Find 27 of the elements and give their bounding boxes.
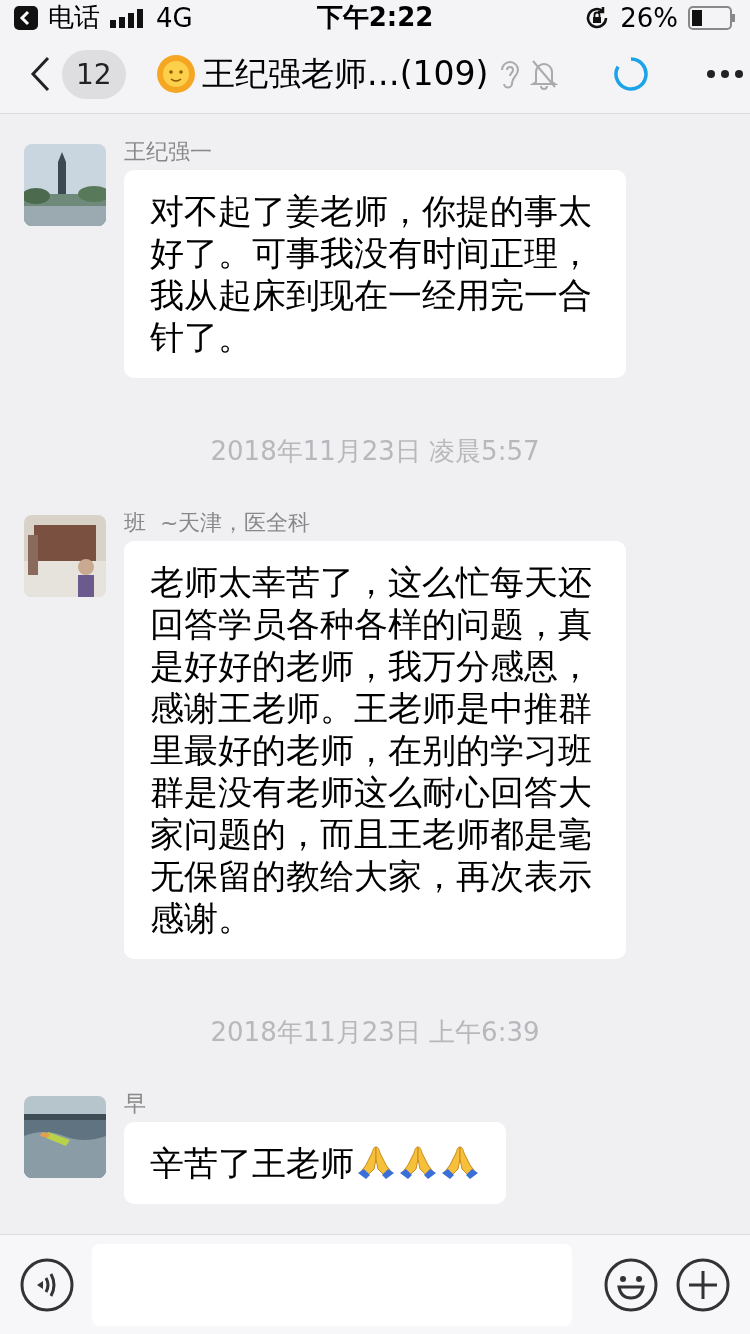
back-icon[interactable] — [30, 56, 50, 93]
timestamp: 2018年11月23日 凌晨5:57 — [210, 435, 540, 469]
unread-count-badge[interactable]: 12 — [62, 49, 126, 99]
add-icon[interactable] — [676, 1257, 730, 1312]
back-to-app-icon[interactable] — [14, 5, 38, 30]
sender-name: ~天津，医全科 — [160, 509, 311, 538]
clock: 下午2:22 — [316, 1, 434, 35]
sun-face-icon — [155, 54, 196, 95]
ear-icon — [498, 58, 521, 91]
sender-name: 班 — [124, 509, 146, 538]
voice-icon[interactable] — [20, 1257, 74, 1312]
chat-title: 王纪强老师…(109) — [201, 52, 489, 95]
back-app-label[interactable]: 电话 — [48, 0, 100, 36]
message-text: 老师太幸苦了，这么忙每天还回答学员各种各样的问题，真是好好的老师，我万分感恩，感谢王老师。王老师是中推群里最好的老师，在别的学习班群是没有老师这么耐心回答大家问题的，而且王老师都是毫无保留的教给大家，再次表示感谢。 — [150, 561, 593, 940]
more-icon[interactable] — [706, 69, 745, 80]
message-text: 对不起了姜老师，你提的事太好了。可事我没有时间正理，我从起床到现在一经用完一合针了。 — [150, 190, 593, 359]
battery-percent: 26% — [620, 2, 678, 33]
battery-icon — [688, 5, 736, 30]
timestamp: 2018年11月23日 上午6:39 — [210, 1016, 540, 1050]
sender-name: 早 — [124, 1090, 146, 1119]
emoji-icon[interactable] — [604, 1257, 658, 1312]
network-label: 4G — [156, 2, 193, 33]
message-text: 辛苦了王老师 — [150, 1142, 354, 1185]
signal-icon — [110, 7, 146, 28]
muted-bell-icon — [530, 58, 559, 91]
sender-name: 王纪强一 — [124, 138, 212, 167]
loading-icon — [614, 57, 649, 92]
